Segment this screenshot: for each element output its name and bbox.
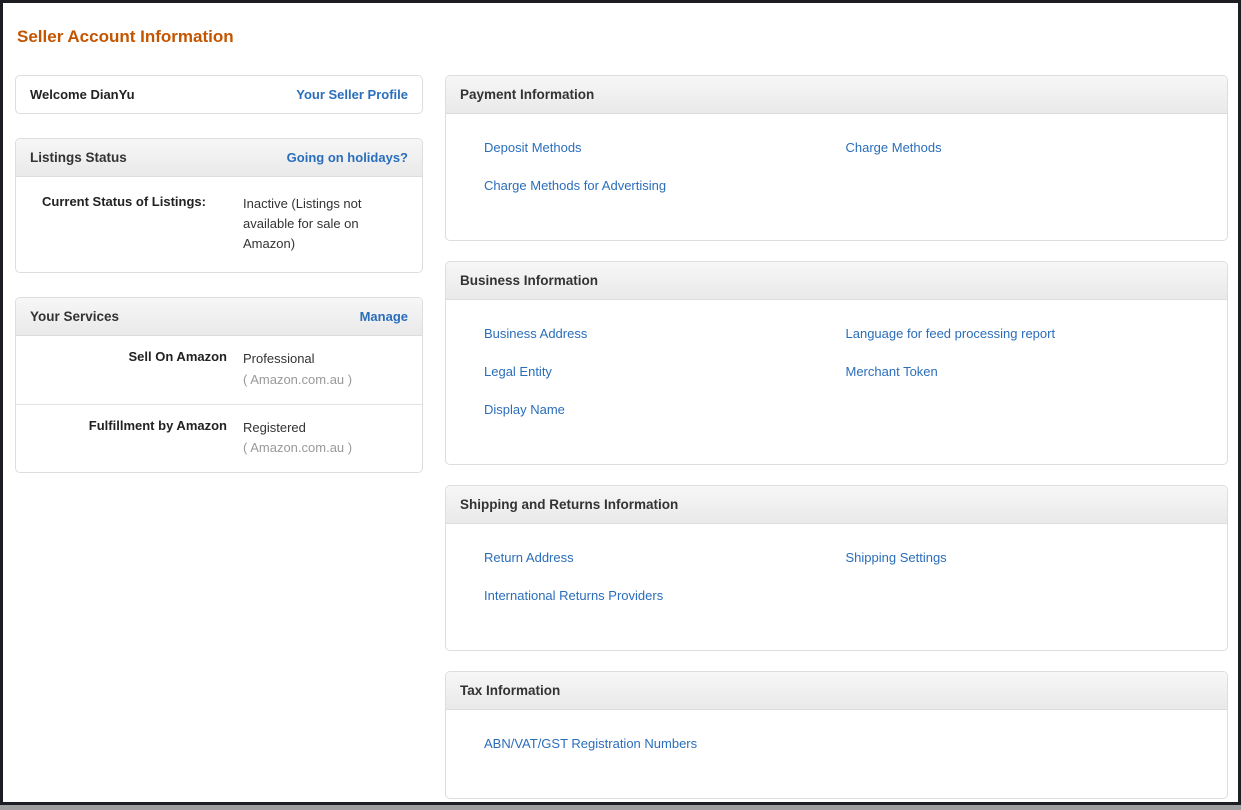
service-marketplace: ( Amazon.com.au ) [243, 438, 352, 458]
listings-status-header: Listings Status Going on holidays? [16, 139, 422, 177]
right-column: Payment Information Deposit Methods Char… [445, 75, 1228, 799]
shipping-settings-link[interactable]: Shipping Settings [846, 549, 1208, 566]
your-services-box: Your Services Manage Sell On Amazon Prof… [15, 297, 423, 473]
welcome-row: Welcome DianYu Your Seller Profile [16, 76, 422, 113]
empty-cell [846, 735, 1208, 752]
international-returns-providers-link[interactable]: International Returns Providers [484, 587, 846, 604]
payment-information-links: Deposit Methods Charge Methods Charge Me… [446, 114, 1227, 240]
business-information-box: Business Information Business Address La… [445, 261, 1228, 465]
tax-information-title: Tax Information [460, 683, 560, 698]
display-name-link[interactable]: Display Name [484, 401, 846, 418]
business-address-link[interactable]: Business Address [484, 325, 846, 342]
tax-information-links: ABN/VAT/GST Registration Numbers [446, 710, 1227, 798]
abn-vat-gst-registration-link[interactable]: ABN/VAT/GST Registration Numbers [484, 735, 846, 752]
your-services-header: Your Services Manage [16, 298, 422, 336]
service-row-fba: Fulfillment by Amazon Registered ( Amazo… [16, 404, 422, 472]
tax-information-header: Tax Information [446, 672, 1227, 710]
service-plan: Registered [243, 418, 352, 438]
business-information-links: Business Address Language for feed proce… [446, 300, 1227, 464]
empty-cell [846, 587, 1208, 604]
service-plan: Professional [243, 349, 352, 369]
seller-account-page: Seller Account Information Welcome DianY… [3, 3, 1238, 799]
payment-information-title: Payment Information [460, 87, 594, 102]
two-column-layout: Welcome DianYu Your Seller Profile Listi… [15, 75, 1228, 799]
business-information-header: Business Information [446, 262, 1227, 300]
return-address-link[interactable]: Return Address [484, 549, 846, 566]
current-status-value: Inactive (Listings not available for sal… [243, 194, 401, 254]
empty-cell [846, 401, 1208, 418]
service-marketplace: ( Amazon.com.au ) [243, 370, 352, 390]
welcome-label: Welcome DianYu [30, 87, 135, 102]
your-services-title: Your Services [30, 309, 119, 324]
business-information-title: Business Information [460, 273, 598, 288]
listings-status-title: Listings Status [30, 150, 127, 165]
left-column: Welcome DianYu Your Seller Profile Listi… [15, 75, 423, 473]
going-on-holidays-link[interactable]: Going on holidays? [287, 150, 408, 165]
charge-methods-link[interactable]: Charge Methods [846, 139, 1208, 156]
browser-content-window: Seller Account Information Welcome DianY… [0, 0, 1241, 805]
language-feed-report-link[interactable]: Language for feed processing report [846, 325, 1208, 342]
deposit-methods-link[interactable]: Deposit Methods [484, 139, 846, 156]
payment-information-header: Payment Information [446, 76, 1227, 114]
merchant-token-link[interactable]: Merchant Token [846, 363, 1208, 380]
your-seller-profile-link[interactable]: Your Seller Profile [296, 87, 408, 102]
current-status-label: Current Status of Listings: [30, 194, 243, 254]
service-label: Fulfillment by Amazon [30, 418, 243, 458]
listings-status-body: Current Status of Listings: Inactive (Li… [16, 177, 422, 272]
screenshot-canvas: Seller Account Information Welcome DianY… [0, 0, 1241, 810]
listings-status-box: Listings Status Going on holidays? Curre… [15, 138, 423, 273]
charge-methods-advertising-link[interactable]: Charge Methods for Advertising [484, 177, 846, 194]
service-label: Sell On Amazon [30, 349, 243, 389]
shipping-returns-box: Shipping and Returns Information Return … [445, 485, 1228, 651]
manage-link[interactable]: Manage [360, 309, 408, 324]
payment-information-box: Payment Information Deposit Methods Char… [445, 75, 1228, 241]
service-row-sell-on-amazon: Sell On Amazon Professional ( Amazon.com… [16, 336, 422, 403]
welcome-box: Welcome DianYu Your Seller Profile [15, 75, 423, 114]
legal-entity-link[interactable]: Legal Entity [484, 363, 846, 380]
shipping-returns-title: Shipping and Returns Information [460, 497, 678, 512]
tax-information-box: Tax Information ABN/VAT/GST Registration… [445, 671, 1228, 799]
service-value: Registered ( Amazon.com.au ) [243, 418, 352, 458]
empty-cell [846, 177, 1208, 194]
shipping-returns-header: Shipping and Returns Information [446, 486, 1227, 524]
shipping-returns-links: Return Address Shipping Settings Interna… [446, 524, 1227, 650]
page-title: Seller Account Information [17, 27, 1228, 47]
service-value: Professional ( Amazon.com.au ) [243, 349, 352, 389]
